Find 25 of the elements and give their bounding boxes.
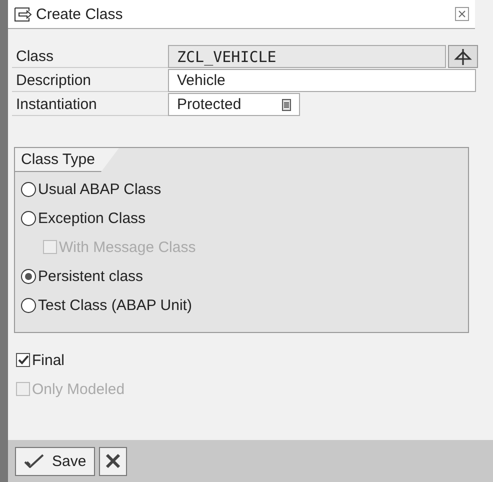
window-title: Create Class bbox=[36, 6, 124, 22]
close-icon[interactable] bbox=[455, 7, 469, 21]
group-title: Class Type bbox=[15, 148, 119, 172]
pin-icon[interactable] bbox=[448, 45, 478, 68]
checkmark-icon bbox=[24, 454, 44, 468]
radio-button[interactable] bbox=[21, 210, 36, 226]
option-label: Persistent class bbox=[38, 268, 144, 284]
checkbox-label: Final bbox=[32, 352, 65, 368]
cross-icon bbox=[105, 453, 122, 469]
checkbox[interactable] bbox=[16, 353, 30, 367]
window-icon bbox=[14, 6, 32, 22]
dropdown-icon[interactable] bbox=[282, 98, 291, 110]
option-label: Exception Class bbox=[38, 210, 146, 226]
option-label: With Message Class bbox=[59, 238, 196, 256]
option-label: Test Class (ABAP Unit) bbox=[38, 296, 192, 314]
instantiation-dropdown[interactable]: Protected bbox=[168, 93, 300, 116]
class-field[interactable]: ZCL_VEHICLE bbox=[168, 45, 446, 68]
save-button[interactable]: Save bbox=[15, 446, 96, 476]
description-field[interactable]: Vehicle bbox=[168, 69, 476, 92]
radio-button[interactable] bbox=[21, 268, 36, 284]
radio-button[interactable] bbox=[21, 298, 36, 312]
checkbox-label: Only Modeled bbox=[32, 380, 125, 398]
option-label: Usual ABAP Class bbox=[38, 180, 162, 198]
cancel-button[interactable] bbox=[99, 446, 128, 476]
radio-button[interactable] bbox=[21, 182, 36, 196]
